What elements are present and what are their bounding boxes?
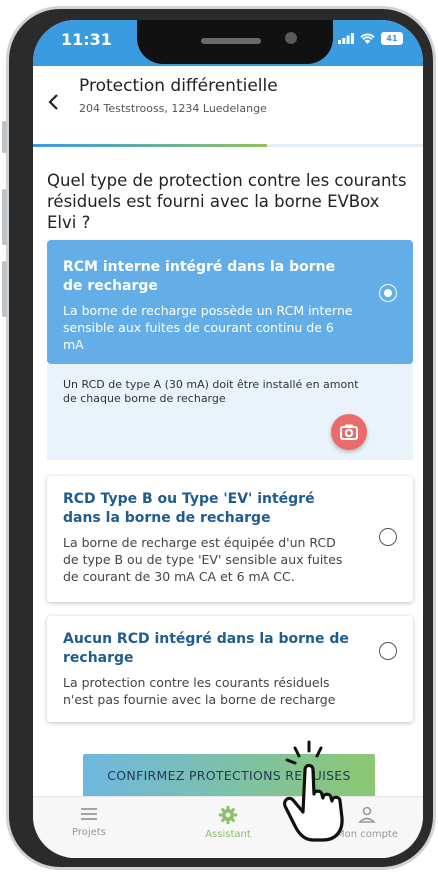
radio-unselected[interactable] [379, 528, 397, 546]
radio-selected[interactable] [379, 284, 397, 302]
wifi-icon [360, 33, 375, 44]
signal-icon [338, 33, 354, 44]
camera-button[interactable] [331, 414, 367, 450]
nav-label: Assistant [205, 829, 251, 840]
volume-down-button [2, 261, 7, 317]
option-title: RCM interne intégré dans la borne de rec… [63, 259, 336, 294]
chevron-left-icon[interactable] [47, 92, 61, 112]
option-description: La borne de recharge est équipée d'un RC… [63, 535, 343, 584]
mute-switch [2, 121, 7, 153]
camera-icon [340, 424, 358, 440]
nav-label: Projets [72, 827, 106, 838]
info-notice: Un RCD de type A (30 mA) doit être insta… [47, 364, 413, 460]
volume-up-button [2, 189, 7, 245]
page-title: Protection différentielle [79, 76, 278, 96]
progress-fill [33, 144, 267, 147]
nav-item-assistant[interactable]: Assistant [178, 805, 278, 840]
nav-item-projets[interactable]: Projets [39, 805, 139, 838]
speaker-grille [201, 38, 261, 44]
notice-text: Un RCD de type A (30 mA) doit être insta… [63, 378, 359, 405]
app-screen: 11:31 41 Protection différentielle 204 T… [33, 20, 423, 858]
status-bar: 11:31 41 [33, 20, 423, 66]
progress-bar [33, 144, 423, 147]
menu-icon [81, 808, 97, 820]
front-camera [285, 32, 297, 44]
option-description: La borne de recharge possède un RCM inte… [63, 303, 353, 352]
option-title: Aucun RCD intégré dans la borne de recha… [63, 631, 349, 666]
option-card-rcd-type-b[interactable]: RCD Type B ou Type 'EV' intégré dans la … [47, 476, 413, 602]
question-text: Quel type de protection contre les coura… [47, 171, 407, 232]
radio-unselected[interactable] [379, 642, 397, 660]
app-header: Protection différentielle 204 Teststroos… [33, 66, 423, 138]
battery-icon: 41 [381, 32, 403, 45]
option-card-no-rcd[interactable]: Aucun RCD intégré dans la borne de recha… [47, 616, 413, 722]
option-title: RCD Type B ou Type 'EV' intégré dans la … [63, 491, 315, 526]
option-card-rcm[interactable]: RCM interne intégré dans la borne de rec… [47, 240, 413, 364]
tap-hand-icon [283, 740, 344, 842]
status-icons: 41 [338, 32, 403, 45]
page-subtitle: 204 Teststrooss, 1234 Luedelange [79, 102, 267, 115]
status-time: 11:31 [61, 30, 112, 49]
notch [137, 20, 333, 64]
option-description: La protection contre les courants résidu… [63, 675, 336, 707]
gear-icon [219, 806, 237, 824]
